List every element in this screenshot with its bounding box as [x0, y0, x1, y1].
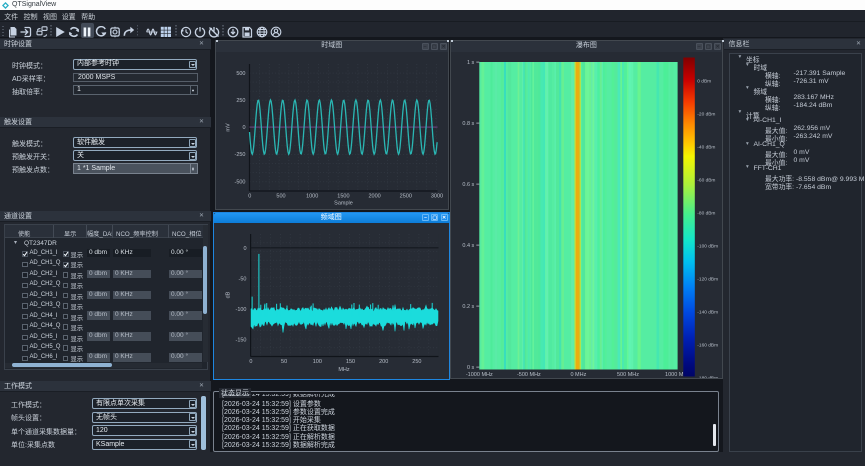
- svg-text:-500: -500: [234, 179, 245, 185]
- svg-text:1000: 1000: [306, 193, 318, 199]
- svg-text:0 MHz: 0 MHz: [570, 372, 586, 378]
- svg-text:-1000 MHz: -1000 MHz: [466, 372, 493, 378]
- svg-text:250: 250: [412, 359, 421, 365]
- svg-text:Sample: Sample: [334, 200, 353, 206]
- svg-text:-100: -100: [235, 307, 246, 313]
- svg-text:2500: 2500: [399, 193, 411, 199]
- svg-text:0: 0: [243, 246, 246, 252]
- svg-text:MHz: MHz: [338, 367, 350, 373]
- svg-text:500: 500: [236, 70, 245, 76]
- svg-text:0.4 s: 0.4 s: [462, 243, 474, 249]
- svg-text:0.2 s: 0.2 s: [462, 304, 474, 310]
- svg-text:-160 dBm: -160 dBm: [697, 342, 718, 348]
- svg-text:-20 dBm: -20 dBm: [697, 111, 715, 117]
- svg-text:0: 0: [248, 193, 251, 199]
- svg-text:500: 500: [276, 193, 285, 199]
- svg-text:mV: mV: [225, 123, 231, 132]
- svg-text:-60 dBm: -60 dBm: [697, 177, 715, 183]
- svg-text:100: 100: [313, 359, 322, 365]
- svg-text:2000: 2000: [368, 193, 380, 199]
- svg-text:-150: -150: [235, 337, 246, 343]
- svg-text:-50: -50: [239, 276, 247, 282]
- svg-text:0 s: 0 s: [467, 365, 475, 371]
- svg-text:150: 150: [346, 359, 355, 365]
- svg-text:1 s: 1 s: [467, 60, 475, 66]
- svg-text:-250: -250: [234, 152, 245, 158]
- svg-text:250: 250: [236, 98, 245, 104]
- svg-text:0: 0: [249, 359, 252, 365]
- svg-text:0.6 s: 0.6 s: [462, 182, 474, 188]
- svg-text:-40 dBm: -40 dBm: [697, 144, 715, 150]
- svg-text:-100 dBm: -100 dBm: [697, 243, 718, 249]
- svg-text:0.8 s: 0.8 s: [462, 121, 474, 127]
- svg-text:50: 50: [281, 359, 287, 365]
- svg-text:3000: 3000: [430, 193, 442, 199]
- svg-text:0: 0: [242, 125, 245, 131]
- svg-text:-80 dBm: -80 dBm: [697, 210, 715, 216]
- svg-text:200: 200: [379, 359, 388, 365]
- svg-text:0 dBm: 0 dBm: [697, 78, 711, 84]
- svg-text:-500 MHz: -500 MHz: [517, 372, 541, 378]
- svg-text:500 MHz: 500 MHz: [617, 372, 639, 378]
- svg-text:-180 dBm: -180 dBm: [697, 375, 718, 378]
- svg-text:dB: dB: [226, 291, 232, 298]
- svg-text:-120 dBm: -120 dBm: [697, 276, 718, 282]
- svg-text:1500: 1500: [337, 193, 349, 199]
- svg-text:-140 dBm: -140 dBm: [697, 309, 718, 315]
